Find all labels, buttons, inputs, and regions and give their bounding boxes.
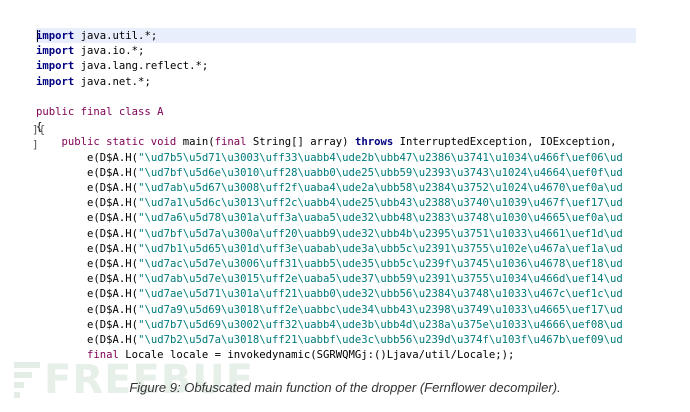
- code-token: import: [36, 30, 75, 42]
- code-line: public final class A: [36, 105, 164, 120]
- code-line: import java.lang.reflect.*;: [36, 59, 208, 74]
- code-line: e(D$A.H("\ud7a6\u5d78\u301a\uff3a\uaba5\…: [36, 211, 623, 226]
- code-line: e(D$A.H("\ud7ac\u5d7e\u3006\uff31\uabb5\…: [36, 257, 623, 272]
- code-editor[interactable]: ]{ ] import java.util.*; import java.io.*…: [0, 24, 690, 362]
- code-line: e(D$A.H("\ud7ae\u5d71\u301a\uff21\uabb0\…: [36, 287, 623, 302]
- code-token: e(D$A.H(: [36, 318, 139, 331]
- code-token: import: [36, 45, 75, 58]
- code-token: java.util.*;: [74, 30, 158, 42]
- code-line: e(D$A.H("\ud7b7\u5d69\u3002\uff32\uabb4\…: [36, 318, 623, 333]
- code-line: {: [36, 120, 42, 135]
- code-token: e(D$A.H(: [36, 197, 139, 210]
- code-line: e(D$A.H("\ud7bf\u5d7a\u300a\uff20\uabb9\…: [36, 227, 623, 242]
- code-token: "\ud7b7\u5d69\u3002\uff32\uabb4\ude3b\ub…: [138, 318, 623, 331]
- code-token: "\ud7bf\u5d7a\u300a\uff20\uabb9\ude32\ub…: [138, 227, 623, 240]
- code-token: {: [36, 121, 43, 134]
- editor-gutter: [0, 24, 36, 362]
- code-token: java.io.*;: [74, 45, 145, 58]
- code-token: "\ud7bf\u5d6e\u3010\uff28\uabb0\ude25\ub…: [138, 166, 623, 179]
- code-line: import java.util.*;: [36, 29, 157, 44]
- code-token: "\ud7ae\u5d71\u301a\uff21\uabb0\ude32\ub…: [138, 288, 623, 301]
- code-line: e(D$A.H("\ud7b2\u5d7a\u3018\uff21\uabbf\…: [36, 333, 623, 348]
- code-token: "\ud7b5\u5d71\u3003\uff33\uabb4\ude2b\ub…: [138, 151, 623, 164]
- code-token: e(D$A.H(: [36, 166, 139, 179]
- code-line: e(D$A.H("\ud7b5\u5d71\u3003\uff33\uabb4\…: [36, 151, 623, 166]
- code-line: import java.io.*;: [36, 44, 144, 59]
- code-token: public final class A: [36, 106, 164, 118]
- code-token: throws: [354, 136, 400, 149]
- code-token: import: [36, 75, 75, 88]
- code-token: e(D$A.H(: [36, 303, 139, 316]
- code-line: e(D$A.H("\ud7b1\u5d65\u301d\uff3e\uabab\…: [36, 242, 623, 257]
- code-token: final: [214, 136, 253, 149]
- code-token: e(D$A.H(: [36, 227, 139, 240]
- code-line: e(D$A.H("\ud7ab\u5d67\u3008\uff2f\uaba4\…: [36, 181, 623, 196]
- code-token: main(: [182, 136, 215, 149]
- code-token: "\ud7ac\u5d7e\u3006\uff31\uabb5\ude35\ub…: [138, 258, 623, 270]
- code-token: "\ud7a9\u5d69\u3018\uff2e\uabbc\ude34\ub…: [138, 303, 623, 316]
- figure-caption: Figure 9: Obfuscated main function of th…: [129, 379, 561, 395]
- code-token: e(D$A.H(: [36, 242, 139, 255]
- code-token: "\ud7b2\u5d7a\u3018\uff21\uabbf\ude3c\ub…: [138, 334, 623, 346]
- code-token: "\ud7b1\u5d65\u301d\uff3e\uabab\ude3a\ub…: [138, 242, 623, 255]
- code-line: public static void main(final String[] a…: [36, 135, 617, 150]
- code-line: e(D$A.H("\ud7a1\u5d6c\u3013\uff2c\uabb4\…: [36, 196, 623, 211]
- code-line: e(D$A.H("\ud7ab\u5d7e\u3015\uff2e\uaba5\…: [36, 272, 623, 287]
- code-token: e(D$A.H(: [36, 334, 139, 346]
- code-token: e(D$A.H(: [36, 273, 139, 286]
- code-line: import java.net.*;: [36, 75, 151, 90]
- code-token: java.net.*;: [74, 75, 151, 88]
- code-token: import: [36, 60, 75, 73]
- code-token: java.lang.reflect.*;: [74, 60, 209, 73]
- code-token: String[] array): [252, 136, 355, 149]
- code-token: e(D$A.H(: [36, 182, 139, 194]
- code-token: "\ud7ab\u5d7e\u3015\uff2e\uaba5\ude37\ub…: [138, 273, 623, 286]
- code-token: "\ud7a6\u5d78\u301a\uff3a\uaba5\ude32\ub…: [138, 212, 623, 225]
- code-token: "\ud7a1\u5d6c\u3013\uff2c\uabb4\ude25\ub…: [138, 197, 623, 210]
- code-token: e(D$A.H(: [36, 258, 139, 270]
- code-token: InterruptedException, IOException,: [399, 136, 617, 149]
- code-token: e(D$A.H(: [36, 288, 139, 301]
- code-line: e(D$A.H("\ud7bf\u5d6e\u3010\uff28\uabb0\…: [36, 166, 623, 181]
- code-token: e(D$A.H(: [36, 151, 139, 164]
- code-token: "\ud7ab\u5d67\u3008\uff2f\uaba4\ude2a\ub…: [138, 182, 623, 194]
- code-token: public static void: [36, 136, 183, 149]
- code-line: e(D$A.H("\ud7a9\u5d69\u3018\uff2e\uabbc\…: [36, 303, 623, 318]
- code-token: e(D$A.H(: [36, 212, 139, 225]
